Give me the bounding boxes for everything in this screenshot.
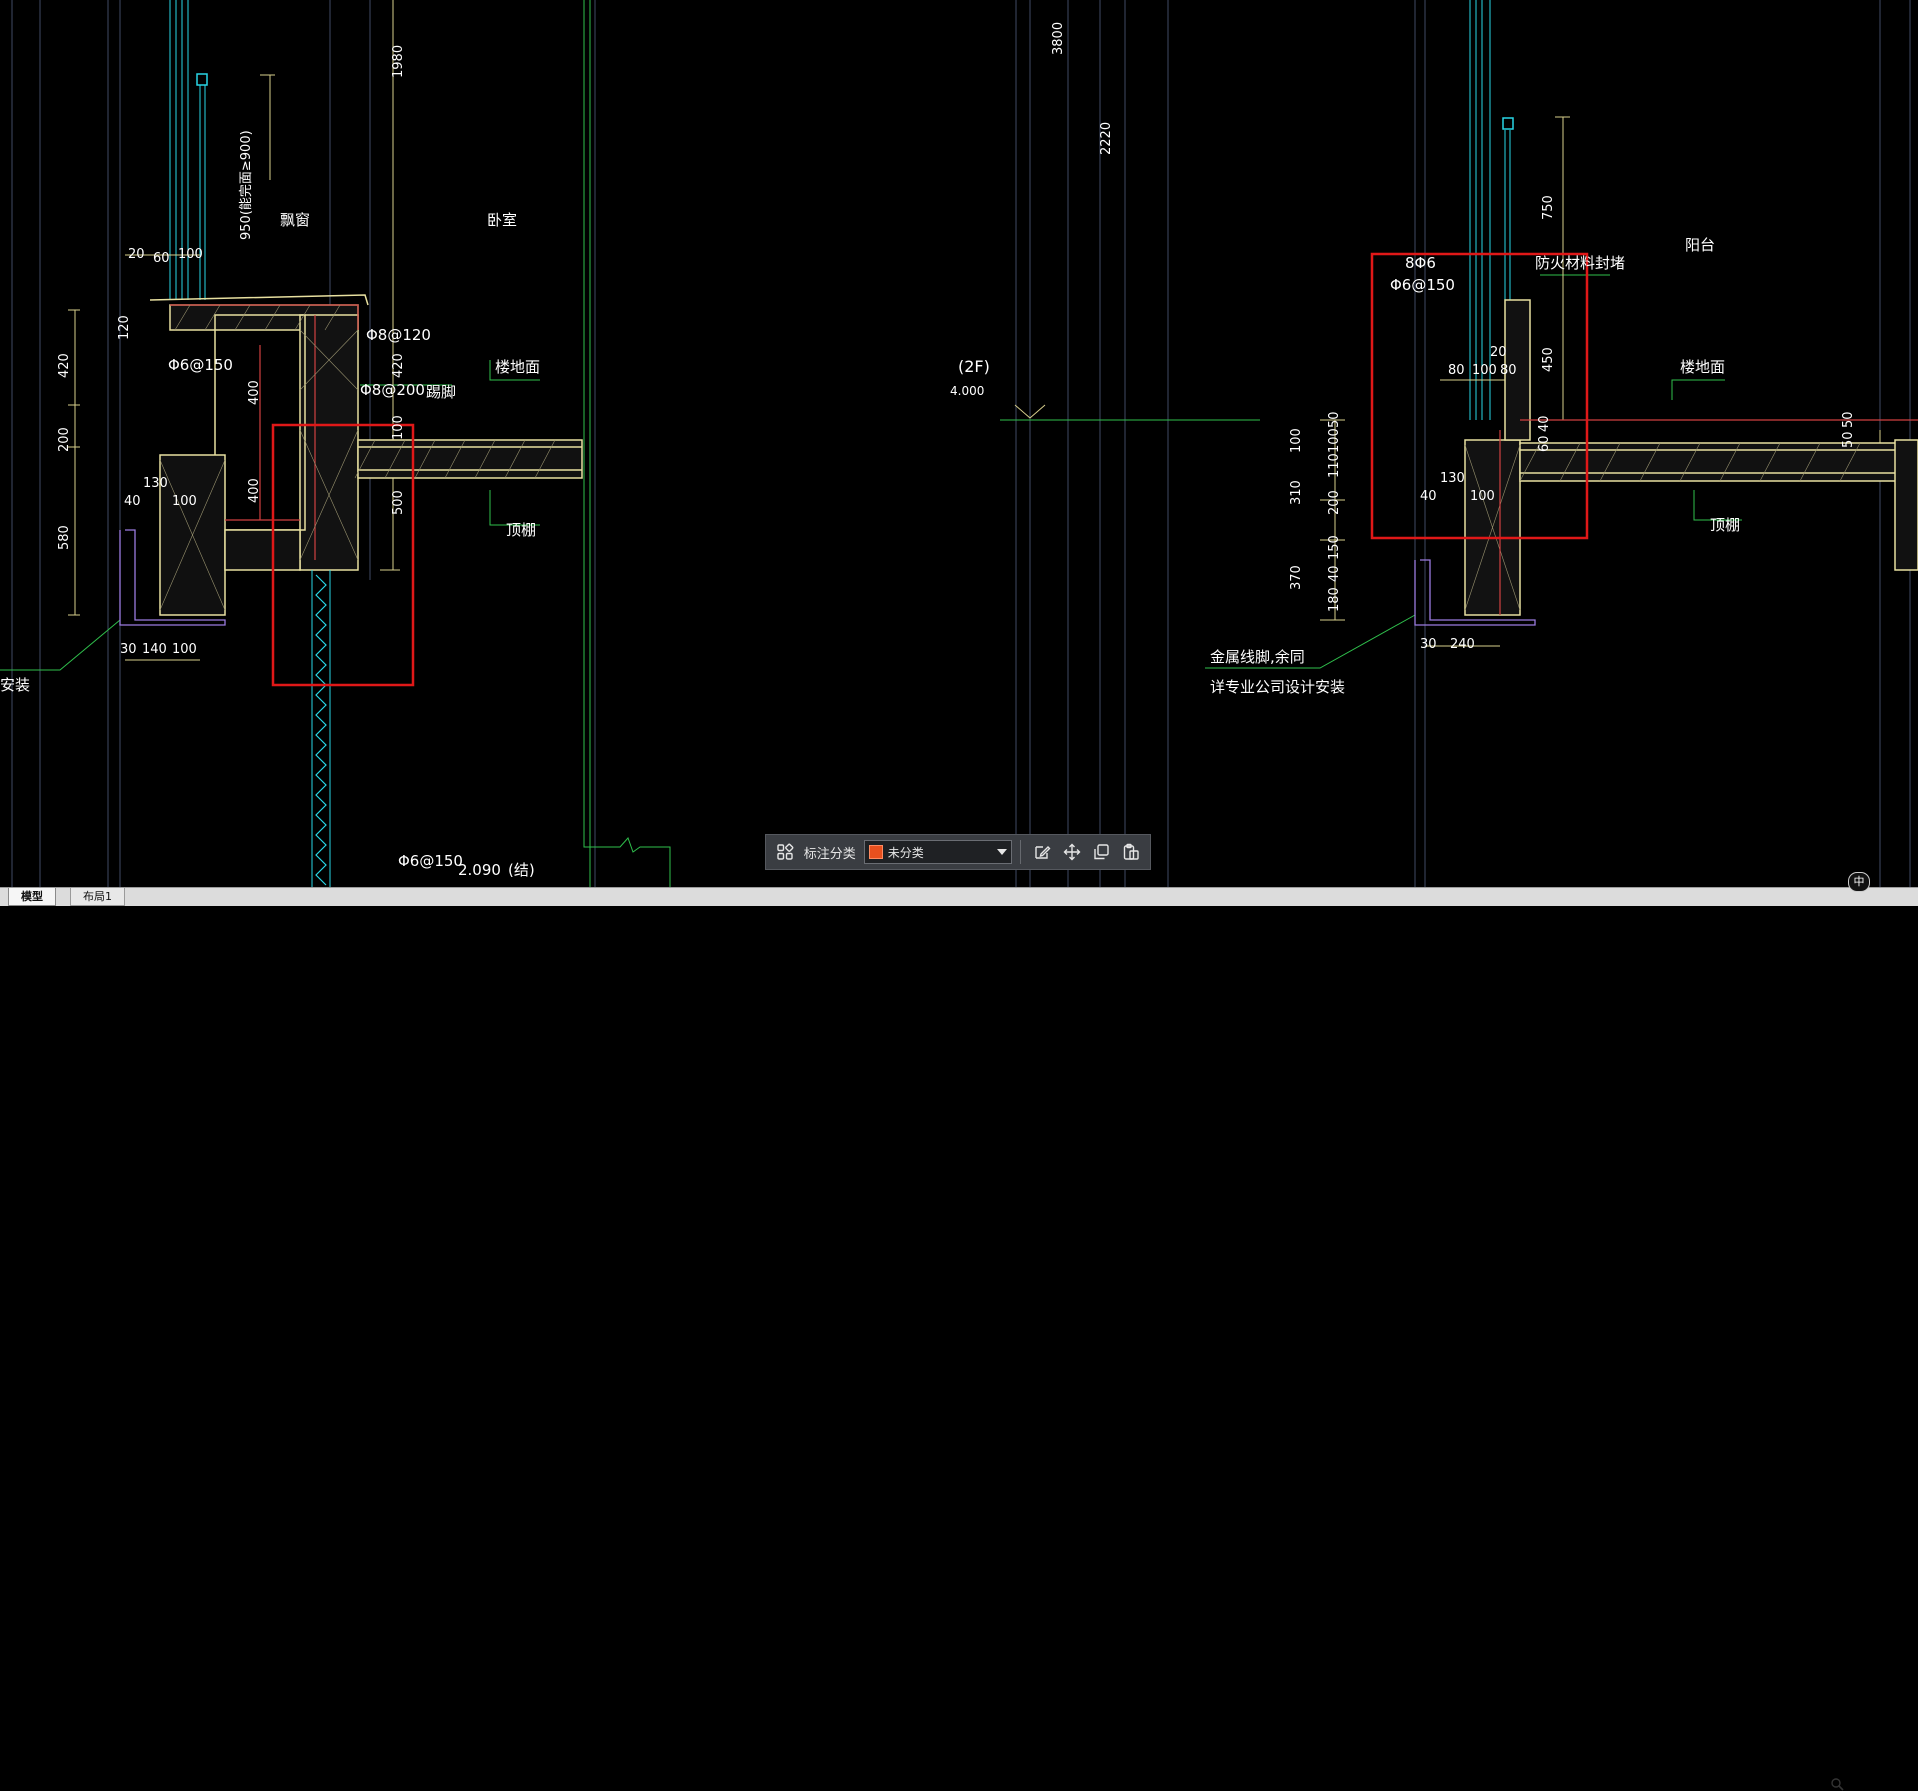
dim-right-small-3: 50 bbox=[1841, 411, 1856, 428]
dim-mid-6: 500 bbox=[391, 490, 406, 515]
dim-right-top-3: 80 bbox=[1500, 363, 1517, 378]
paste-icon[interactable] bbox=[1118, 839, 1144, 865]
dim-right-top-4: 20 bbox=[1490, 345, 1507, 360]
dim-top-left-2: 60 bbox=[153, 251, 170, 266]
dim-right-col-3: 370 bbox=[1289, 565, 1304, 590]
chevron-down-icon[interactable] bbox=[997, 849, 1008, 855]
dim-right-top-1: 80 bbox=[1448, 363, 1465, 378]
dim-bottom-left-1: 30 bbox=[120, 642, 137, 657]
annotation-category-label: 标注分类 bbox=[803, 846, 856, 862]
dim-mid-4: 400 bbox=[247, 478, 262, 503]
floor-label-right: 楼地面 bbox=[1680, 358, 1725, 376]
dim-left-col-3: 580 bbox=[57, 525, 72, 550]
dim-right-small-4: 50 bbox=[1841, 431, 1856, 448]
dim-section-left-2: 100 bbox=[172, 494, 197, 509]
dim-mid-3: 400 bbox=[247, 380, 262, 405]
dim-right-col2-1: 50 bbox=[1327, 411, 1342, 428]
dim-bottom-left-2: 140 bbox=[142, 642, 167, 657]
ceiling-label-left: 顶棚 bbox=[506, 521, 536, 539]
search-icon[interactable] bbox=[1830, 1777, 1844, 1791]
dim-right-bottom-2: 240 bbox=[1450, 637, 1475, 652]
rebar-label-3: Φ6@150 bbox=[168, 356, 233, 374]
dim-right-col2-2: 100 bbox=[1327, 428, 1342, 453]
annotation-category-select[interactable]: 未分类 bbox=[863, 840, 1013, 864]
dim-right-col2-4: 200 bbox=[1327, 490, 1342, 515]
dim-vertical-950: 950(能完面≥900) bbox=[239, 130, 254, 240]
dim-vertical-450: 450 bbox=[1541, 347, 1556, 372]
move-arrows-icon[interactable] bbox=[1059, 839, 1085, 865]
dim-mid-2: 420 bbox=[391, 353, 406, 378]
cad-drawing-canvas[interactable]: (2F) 4.000 飘窗 卧室 阳台 楼地面 顶棚 踢脚 防火材料封堵 楼地面… bbox=[0, 0, 1918, 887]
firestop-label: 防火材料封堵 bbox=[1535, 254, 1625, 272]
level-name: (2F) bbox=[958, 357, 990, 376]
bottom-elev-label: 2.090 bbox=[458, 861, 501, 879]
copy-icon[interactable] bbox=[1089, 839, 1115, 865]
specialist-install-label: 详专业公司设计安装 bbox=[1210, 678, 1345, 696]
dim-vertical-2220: 2220 bbox=[1099, 122, 1114, 155]
dim-right-col2-3: 110 bbox=[1327, 453, 1342, 478]
floor-label-left: 楼地面 bbox=[495, 358, 540, 376]
rebar-label-4: 8Φ6 bbox=[1405, 254, 1436, 272]
rebar-label-2: Φ8@200 bbox=[360, 381, 425, 399]
dim-right-section-2: 100 bbox=[1470, 489, 1495, 504]
dim-vertical-750: 750 bbox=[1541, 195, 1556, 220]
toolbar-separator bbox=[1020, 840, 1022, 864]
tab-layout1[interactable]: 布局1 bbox=[70, 888, 125, 906]
edit-note-icon[interactable] bbox=[1029, 839, 1055, 865]
metal-trim-label: 金属线脚,余同 bbox=[1210, 648, 1305, 666]
bottom-rebar-label: Φ6@150 bbox=[398, 852, 463, 870]
room-label-2: 卧室 bbox=[487, 211, 517, 229]
dim-right-section-1: 130 bbox=[1440, 471, 1465, 486]
dim-left-col-1: 420 bbox=[57, 353, 72, 378]
install-label: 安装 bbox=[0, 676, 30, 694]
dim-vertical-3800: 3800 bbox=[1051, 22, 1066, 55]
bottom-tag-label: (结) bbox=[508, 861, 535, 879]
dim-right-col-2: 310 bbox=[1289, 480, 1304, 505]
dim-section-left-3: 40 bbox=[124, 494, 141, 509]
category-select-value: 未分类 bbox=[887, 845, 924, 860]
level-value: 4.000 bbox=[950, 384, 984, 398]
ceiling-label-right: 顶棚 bbox=[1710, 516, 1740, 534]
dim-section-left-1: 130 bbox=[143, 476, 168, 491]
tab-model[interactable]: 模型 bbox=[8, 888, 56, 906]
dim-right-col2-5: 150 bbox=[1327, 535, 1342, 560]
ime-indicator[interactable]: 中 bbox=[1848, 872, 1870, 892]
room-label-1: 飘窗 bbox=[280, 211, 310, 229]
dim-bottom-left-3: 100 bbox=[172, 642, 197, 657]
room-label-3: 阳台 bbox=[1685, 236, 1715, 254]
annotation-toolbar: 标注分类 未分类 bbox=[765, 834, 1151, 870]
dim-right-col2-7: 180 bbox=[1327, 587, 1342, 612]
category-color-swatch bbox=[868, 845, 883, 859]
dim-right-section-3: 40 bbox=[1420, 489, 1437, 504]
dim-top-left-1: 20 bbox=[128, 247, 145, 262]
dim-top-left-3: 100 bbox=[178, 247, 203, 262]
dim-right-top-2: 100 bbox=[1472, 363, 1497, 378]
dim-left-col-2: 200 bbox=[57, 427, 72, 452]
dim-mid-1: 120 bbox=[117, 315, 132, 340]
rebar-label-5: Φ6@150 bbox=[1390, 276, 1455, 294]
dim-right-bottom-1: 30 bbox=[1420, 637, 1437, 652]
dim-right-small-2: 60 bbox=[1537, 435, 1552, 452]
dim-right-col2-6: 40 bbox=[1327, 565, 1342, 582]
dim-mid-5: 100 bbox=[391, 415, 406, 440]
rebar-label-1: Φ8@120 bbox=[366, 326, 431, 344]
skirting-label: 踢脚 bbox=[426, 383, 456, 401]
dim-right-col-1: 100 bbox=[1289, 428, 1304, 453]
dim-vertical-1980: 1980 bbox=[391, 45, 406, 78]
dim-right-small-1: 40 bbox=[1537, 415, 1552, 432]
grid-apps-icon[interactable] bbox=[772, 839, 798, 865]
layout-tab-bar: 模型 布局1 bbox=[0, 887, 1918, 1791]
